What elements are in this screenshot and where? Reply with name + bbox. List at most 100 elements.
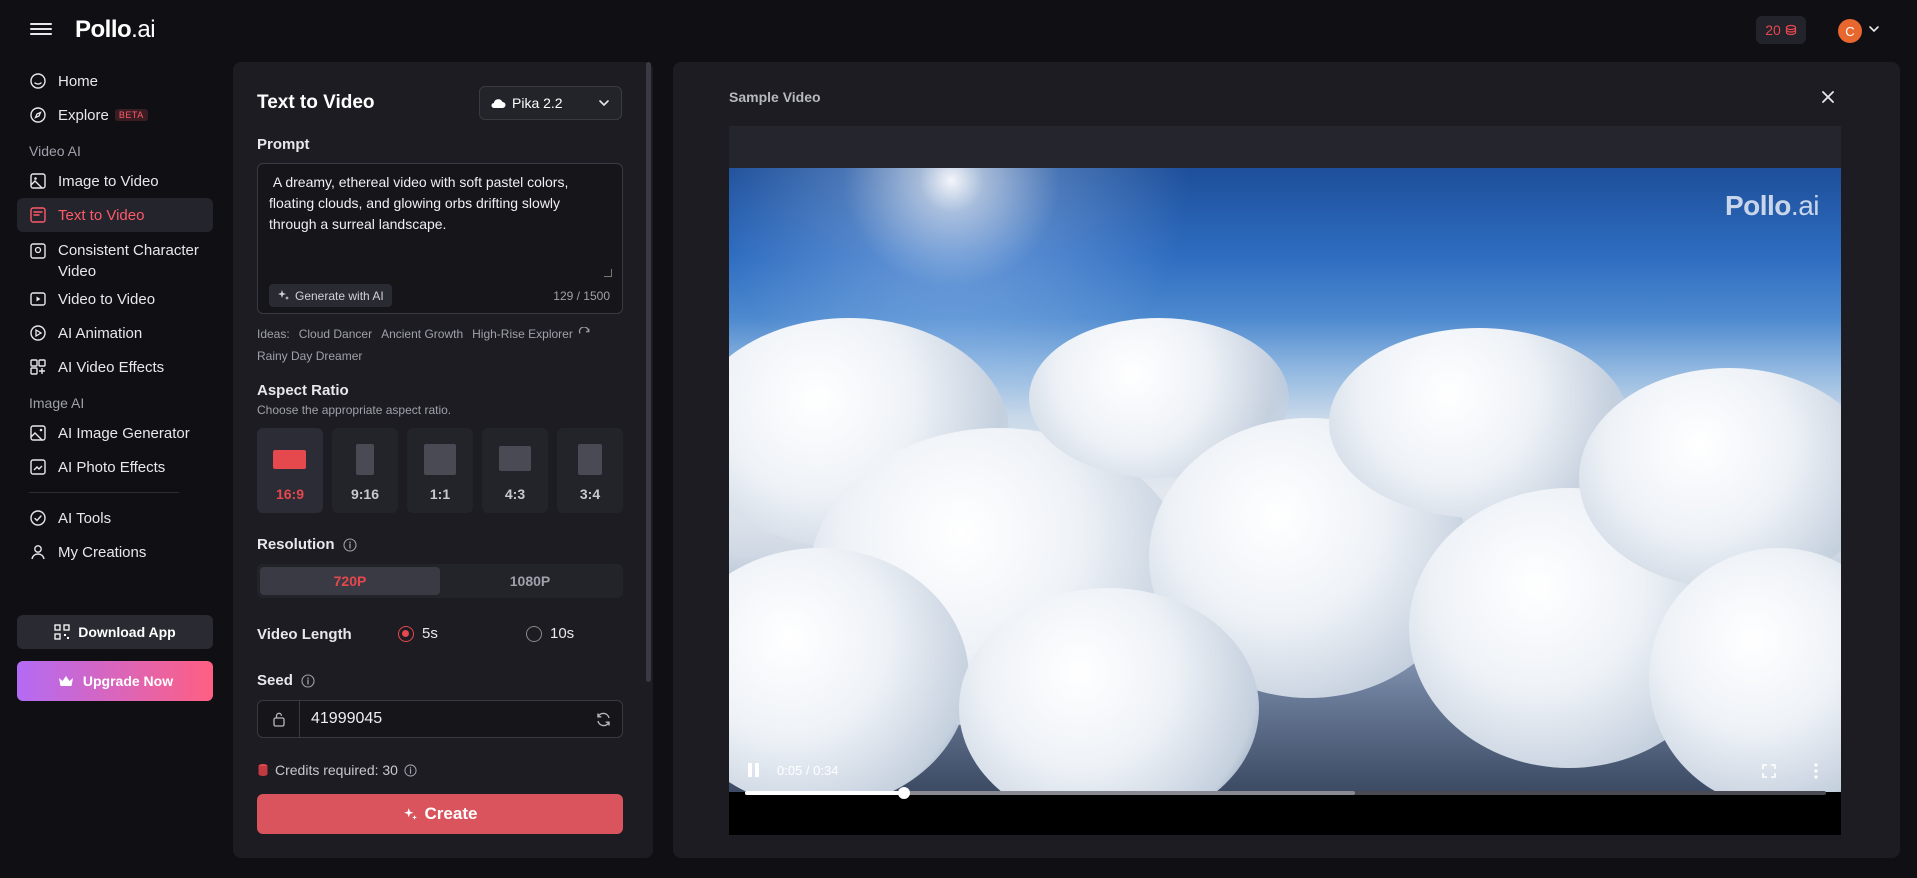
beta-badge: BETA xyxy=(114,109,148,121)
image-icon xyxy=(30,173,46,189)
sidebar-item-text-to-video[interactable]: Text to Video xyxy=(17,198,213,232)
ratio-label: 4:3 xyxy=(504,486,526,502)
logo[interactable]: Pollo.ai xyxy=(75,16,156,44)
video-played xyxy=(745,791,904,795)
sidebar-item-video-to-video[interactable]: Video to Video xyxy=(17,282,213,316)
video-scrubber-handle[interactable] xyxy=(897,787,910,799)
sidebar-item-image-to-video[interactable]: Image to Video xyxy=(17,164,213,198)
info-icon[interactable] xyxy=(404,763,417,777)
prompt-textarea[interactable]: A dreamy, ethereal video with soft paste… xyxy=(257,163,623,314)
generation-form-panel: Text to Video Pika 2.2 Prompt A dreamy, … xyxy=(233,62,653,858)
download-app-button[interactable]: Download App xyxy=(17,615,213,649)
resize-handle-icon[interactable] xyxy=(604,269,612,277)
ratio-4-3-shape xyxy=(499,446,531,471)
length-option-10s[interactable]: 10s xyxy=(526,625,574,642)
sidebar-item-label: Explore xyxy=(58,106,109,124)
sidebar-item-ai-image-generator[interactable]: AI Image Generator xyxy=(17,416,213,450)
idea-chip[interactable]: Cloud Dancer xyxy=(299,327,372,341)
idea-chip[interactable]: Ancient Growth xyxy=(381,327,463,341)
ratio-option-1-1[interactable]: 1:1 xyxy=(407,428,473,513)
sparkle-icon xyxy=(403,807,417,820)
seed-input[interactable]: 41999045 xyxy=(300,710,584,728)
watermark-suffix: .ai xyxy=(1790,190,1820,221)
refresh-icon xyxy=(596,712,610,726)
seed-lock-button[interactable] xyxy=(258,701,300,737)
refresh-ideas-icon[interactable] xyxy=(578,326,591,340)
ratio-label: 9:16 xyxy=(350,486,380,502)
sidebar-item-label: My Creations xyxy=(58,543,147,561)
download-app-label: Download App xyxy=(78,624,176,640)
sidebar-item-explore[interactable]: Explore BETA xyxy=(17,98,213,132)
video-player[interactable]: Pollo.ai 0:05 / 0:34 xyxy=(729,126,1841,835)
more-options-icon[interactable] xyxy=(1813,762,1819,780)
video-letterbox xyxy=(729,126,1841,168)
photo-effects-icon xyxy=(30,459,46,475)
generate-with-ai-label: Generate with AI xyxy=(295,288,384,303)
sidebar-item-ai-video-effects[interactable]: AI Video Effects xyxy=(17,350,213,384)
close-icon[interactable] xyxy=(1819,88,1837,106)
ratio-option-3-4[interactable]: 3:4 xyxy=(557,428,623,513)
effects-grid-icon xyxy=(30,359,46,375)
upgrade-now-button[interactable]: Upgrade Now xyxy=(17,661,213,701)
resolution-option-1080p[interactable]: 1080P xyxy=(440,567,620,595)
seed-refresh-button[interactable] xyxy=(584,711,622,728)
ratio-option-4-3[interactable]: 4:3 xyxy=(482,428,548,513)
form-scrollbar[interactable] xyxy=(646,62,651,682)
generate-with-ai-button[interactable]: Generate with AI xyxy=(269,284,392,307)
chevron-down-icon[interactable] xyxy=(1867,22,1881,36)
resolution-label: Resolution xyxy=(257,536,335,553)
radio-unselected-icon xyxy=(526,625,542,642)
qr-code-icon xyxy=(54,624,70,640)
ratio-option-9-16[interactable]: 9:16 xyxy=(332,428,398,513)
create-label: Create xyxy=(424,804,478,823)
sparkle-icon xyxy=(278,290,289,300)
ratio-9-16-shape xyxy=(356,444,374,475)
pause-icon[interactable] xyxy=(747,763,761,779)
menu-icon[interactable] xyxy=(30,20,52,40)
idea-chip[interactable]: High-Rise Explorer xyxy=(472,327,573,341)
credits-required-text: Credits required: 30 xyxy=(275,762,398,778)
coin-stack-icon xyxy=(258,764,268,776)
sidebar-item-ai-tools[interactable]: AI Tools xyxy=(17,501,213,535)
info-icon[interactable] xyxy=(342,537,357,552)
avatar[interactable]: C xyxy=(1838,19,1862,43)
credits-count: 20 xyxy=(1765,22,1781,38)
prompt-text[interactable]: A dreamy, ethereal video with soft paste… xyxy=(269,172,609,235)
chevron-down-icon xyxy=(599,100,609,107)
model-select[interactable]: Pika 2.2 xyxy=(479,86,622,120)
length-option-5s[interactable]: 5s xyxy=(398,625,438,642)
sidebar-item-ai-animation[interactable]: AI Animation xyxy=(17,316,213,350)
seed-input-group: 41999045 xyxy=(257,700,623,738)
info-icon[interactable] xyxy=(301,673,315,688)
sidebar-item-ai-photo-effects[interactable]: AI Photo Effects xyxy=(17,450,213,484)
idea-chip[interactable]: Rainy Day Dreamer xyxy=(257,349,362,363)
credits-badge[interactable]: 20 xyxy=(1756,16,1806,44)
section-label-image: Image AI xyxy=(29,395,85,411)
ratio-option-16-9[interactable]: 16:9 xyxy=(257,428,323,513)
fullscreen-icon[interactable] xyxy=(1761,763,1777,779)
video-progress-bar[interactable] xyxy=(745,787,1826,799)
section-label-video: Video AI xyxy=(29,143,81,159)
text-video-icon xyxy=(30,207,46,223)
resolution-option-720p[interactable]: 720P xyxy=(260,567,440,595)
video-watermark: Pollo.ai xyxy=(1725,190,1820,222)
sidebar-item-label: AI Image Generator xyxy=(58,424,190,442)
length-label: 5s xyxy=(422,625,438,642)
sidebar-item-consistent-character[interactable]: Consistent Character Video xyxy=(17,232,213,282)
top-bar: Pollo.ai 20 C xyxy=(0,0,1917,60)
sidebar-item-my-creations[interactable]: My Creations xyxy=(17,535,213,569)
aspect-ratio-label: Aspect Ratio xyxy=(257,382,349,399)
home-icon xyxy=(30,73,46,89)
animation-icon xyxy=(30,325,46,341)
sidebar-item-home[interactable]: Home xyxy=(17,64,213,98)
sidebar-item-label: AI Animation xyxy=(58,324,143,342)
sidebar-divider xyxy=(29,492,179,493)
create-button[interactable]: Create xyxy=(257,794,623,834)
video-icon xyxy=(30,292,46,306)
length-label: 10s xyxy=(550,625,575,642)
sidebar-item-label: Video to Video xyxy=(58,290,156,308)
video-time: 0:05 / 0:34 xyxy=(777,763,839,778)
character-icon xyxy=(30,243,46,259)
coin-icon xyxy=(1785,24,1796,36)
ideas-label: Ideas: xyxy=(257,327,290,341)
